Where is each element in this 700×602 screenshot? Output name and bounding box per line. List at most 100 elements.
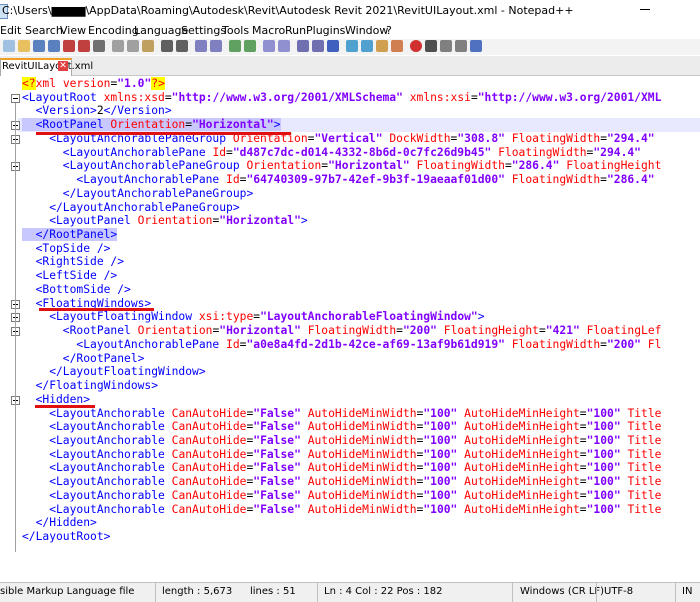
code-token: "100" xyxy=(586,420,621,434)
monitoring-icon[interactable] xyxy=(391,40,403,52)
code-token: AutoHideMinHeight xyxy=(464,475,580,489)
status-language: sible Markup Language file xyxy=(0,586,135,597)
paste-icon[interactable] xyxy=(142,40,154,52)
cut-icon[interactable] xyxy=(112,40,124,52)
zoom-out-icon[interactable] xyxy=(244,40,256,52)
code-line: <TopSide /> xyxy=(22,242,111,256)
status-mode[interactable]: IN xyxy=(682,586,692,597)
code-line: </RootPanel> xyxy=(22,228,118,242)
annotation-underline-rootpanel xyxy=(36,132,291,135)
word-wrap-icon[interactable] xyxy=(297,40,309,52)
code-token: = xyxy=(600,131,607,145)
copy-icon[interactable] xyxy=(127,40,139,52)
code-token: Title xyxy=(627,433,662,447)
menu-plugins[interactable]: Plugins xyxy=(306,24,345,37)
status-encoding[interactable]: UTF-8 xyxy=(604,586,633,597)
code-token: xmlns:xsi xyxy=(409,90,471,104)
code-token: "100" xyxy=(586,406,621,420)
code-token: = xyxy=(396,324,403,338)
code-token: "100" xyxy=(586,488,621,502)
close-file-icon[interactable] xyxy=(63,40,75,52)
code-token: AutoHideMinHeight xyxy=(464,447,580,461)
new-file-icon[interactable] xyxy=(3,40,15,52)
code-token: <LayoutAnchorable xyxy=(22,488,172,502)
open-file-icon[interactable] xyxy=(18,40,30,52)
code-token: <RootPanel xyxy=(22,324,138,338)
code-line: <RootPanel Orientation = "Horizontal" Floa… xyxy=(22,324,662,338)
replace-icon[interactable] xyxy=(210,40,222,52)
code-token: Orientation xyxy=(110,118,186,132)
code-token: <LayoutRoot xyxy=(22,90,104,104)
menu-window[interactable]: Window xyxy=(345,24,388,37)
code-token: "Horizontal" xyxy=(192,118,274,132)
doc-map-icon[interactable] xyxy=(361,40,373,52)
code-token: CanAutoHide xyxy=(171,447,247,461)
status-divider xyxy=(512,583,513,602)
save-all-icon[interactable] xyxy=(48,40,60,52)
code-token: "100" xyxy=(423,433,458,447)
menu-macro[interactable]: Macro xyxy=(252,24,285,37)
code-line: </Hidden> xyxy=(22,516,97,530)
code-token: CanAutoHide xyxy=(171,488,247,502)
menu-tools[interactable]: Tools xyxy=(222,24,249,37)
stop-macro-icon[interactable] xyxy=(425,40,437,52)
fold-toggle-icon[interactable] xyxy=(11,93,20,103)
sync-h-icon[interactable] xyxy=(278,40,290,52)
code-token: <LayoutAnchorablePaneGroup xyxy=(22,159,247,173)
code-token: = xyxy=(579,461,587,475)
code-token: > xyxy=(273,118,281,132)
code-token: <LayoutAnchorablePane xyxy=(22,173,227,187)
zoom-in-icon[interactable] xyxy=(229,40,241,52)
menu-edit[interactable]: Edit xyxy=(0,24,21,37)
fold-guide xyxy=(15,102,16,552)
code-token: FloatingWidth xyxy=(511,337,601,351)
status-eol[interactable]: Windows (CR LF) xyxy=(520,586,604,597)
code-token: </LayoutAnchorablePaneGroup> xyxy=(22,200,240,214)
code-line: <LayoutAnchorablePaneGroup Orientation="… xyxy=(22,159,662,173)
undo-icon[interactable] xyxy=(161,40,173,52)
save-icon[interactable] xyxy=(33,40,45,52)
code-token: "100" xyxy=(586,475,621,489)
code-token: "False" xyxy=(253,502,301,516)
code-line: </LayoutAnchorablePaneGroup> xyxy=(22,187,253,201)
code-token: Title xyxy=(627,475,662,489)
sync-v-icon[interactable] xyxy=(263,40,275,52)
redo-icon[interactable] xyxy=(176,40,188,52)
play-macro-icon[interactable] xyxy=(440,40,452,52)
minimize-button[interactable] xyxy=(640,9,650,10)
code-token: "100" xyxy=(586,447,621,461)
code-line: <RightSide /> xyxy=(22,255,124,269)
menu-settings[interactable]: Settings xyxy=(181,24,226,37)
folder-workspace-icon[interactable] xyxy=(376,40,388,52)
code-token: > xyxy=(300,214,308,228)
menu-search[interactable]: Search xyxy=(25,24,63,37)
udl-icon[interactable] xyxy=(346,40,358,52)
code-editor[interactable]: <?xml version="1.0"?> <LayoutRoot xmlns:x… xyxy=(0,76,700,579)
find-icon[interactable] xyxy=(195,40,207,52)
record-macro-icon[interactable] xyxy=(410,40,422,52)
print-icon[interactable] xyxy=(93,40,105,52)
show-all-chars-icon[interactable] xyxy=(312,40,324,52)
tab-revituilayout[interactable]: RevitUILayout.xml ✕ xyxy=(0,58,93,76)
code-token: xsi:type xyxy=(198,310,254,324)
code-token: Fl xyxy=(647,337,662,351)
menu-help[interactable]: ? xyxy=(386,24,392,37)
tab-bar: RevitUILayout.xml ✕ xyxy=(0,56,700,76)
menu-encoding[interactable]: Encoding xyxy=(88,24,139,37)
code-line: </RootPanel> xyxy=(22,352,145,366)
menu-run[interactable]: Run xyxy=(285,24,306,37)
close-icon[interactable]: ✕ xyxy=(58,61,68,71)
code-token: "100" xyxy=(423,420,458,434)
code-line: <LayoutAnchorablePane Id = "64740309-97b7-… xyxy=(22,173,654,187)
menu-view[interactable]: View xyxy=(60,24,86,37)
code-token: <? xyxy=(22,77,36,90)
close-all-icon[interactable] xyxy=(78,40,90,52)
indent-guide-icon[interactable] xyxy=(327,40,339,52)
code-token: "http://www.w3.org/2001/XML xyxy=(477,90,662,104)
run-macro-multiple-icon[interactable] xyxy=(455,40,467,52)
status-length: length : 5,673 xyxy=(162,586,233,597)
save-macro-icon[interactable] xyxy=(470,40,482,52)
